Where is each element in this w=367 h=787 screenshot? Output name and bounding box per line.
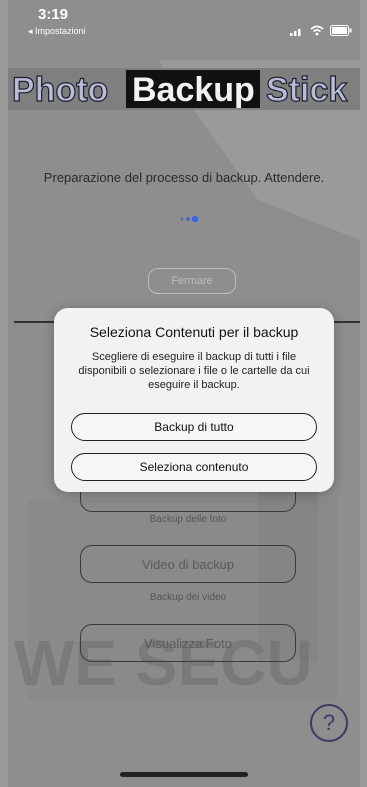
backup-all-button[interactable]: Backup di tutto — [71, 413, 317, 441]
wifi-icon — [310, 25, 324, 36]
preparing-status-text: Preparazione del processo di backup. Att… — [43, 170, 325, 185]
status-bar: 3:19 ◂ Impostazioni — [8, 0, 360, 60]
logo-word-backup: Backup — [132, 71, 255, 109]
select-content-button[interactable]: Seleziona contenuto — [71, 453, 317, 481]
cellular-signal-icon — [290, 29, 301, 36]
status-icons — [290, 24, 352, 36]
dialog-message: Scegliere di eseguire il backup di tutti… — [78, 351, 310, 391]
battery-icon — [330, 25, 352, 36]
photo-backup-caption: Backup delle foto — [149, 514, 227, 525]
loading-spinner-icon — [180, 215, 199, 223]
back-to-settings-link[interactable]: ◂ Impostazioni — [28, 26, 86, 37]
clock: 3:19 — [38, 6, 69, 23]
view-photos-button[interactable]: Visualizza Foto — [80, 624, 296, 662]
stop-button[interactable]: Fermare — [148, 268, 236, 294]
video-backup-caption: Backup dei video — [149, 592, 227, 603]
app-screen: WE SECU 3:19 ◂ Impostazioni Photo Backup… — [8, 0, 360, 787]
video-backup-button[interactable]: Video di backup — [80, 545, 296, 583]
logo-word-photo: Photo — [12, 71, 108, 109]
help-button[interactable]: ? — [310, 704, 348, 742]
dialog-title: Seleziona Contenuti per il backup — [89, 324, 299, 340]
logo-word-stick: Stick — [266, 71, 347, 109]
home-indicator — [120, 772, 248, 777]
select-content-dialog: Seleziona Contenuti per il backup Scegli… — [54, 308, 334, 492]
help-icon: ? — [322, 710, 336, 735]
app-logo: Photo Backup Stick — [8, 68, 360, 110]
